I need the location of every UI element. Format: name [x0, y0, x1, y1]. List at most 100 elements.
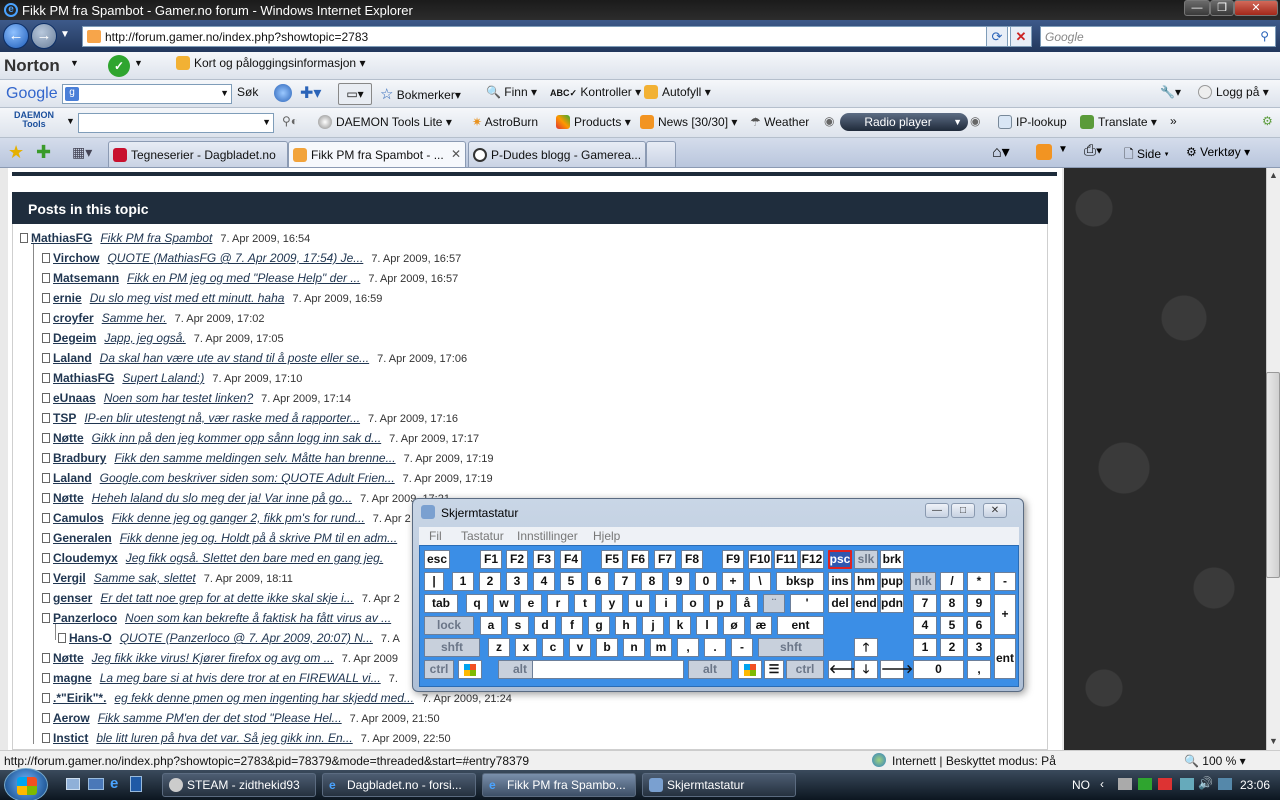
osk-key-j[interactable]: j — [642, 616, 664, 635]
osk-key-f1[interactable]: F1 — [480, 550, 502, 569]
post-subject[interactable]: Samme her. — [102, 311, 167, 325]
post-author[interactable]: Nøtte — [53, 491, 84, 505]
post-subject[interactable]: ble litt luren på hva det var. Så jeg gi… — [96, 731, 352, 745]
osk-key-lock[interactable]: lock — [424, 616, 474, 635]
osk-key-diaer[interactable]: ¨ — [763, 594, 785, 613]
autofill-button[interactable]: Autofyll ▾ — [644, 85, 711, 99]
osk-key-div[interactable]: / — [940, 572, 964, 591]
google-search-input[interactable]: g ▼ — [62, 84, 232, 104]
post-subject[interactable]: La meg bare si at hvis dere tror at en F… — [100, 671, 381, 685]
tab-p-dudes-blogg[interactable]: P-Dudes blogg - Gamerea... — [468, 141, 646, 167]
security-zone[interactable]: Internett | Beskyttet modus: På — [892, 754, 1056, 768]
post-author[interactable]: Cloudemyx — [53, 551, 118, 565]
post-author[interactable]: Laland — [53, 351, 92, 365]
post-subject[interactable]: Du slo meg vist med ett minutt. haha — [90, 291, 285, 305]
quicklaunch-extra-icon[interactable] — [130, 776, 142, 792]
osk-key-aa[interactable]: å — [736, 594, 758, 613]
osk-key-npent[interactable]: ent — [994, 638, 1016, 679]
osk-key-n1[interactable]: 1 — [452, 572, 474, 591]
osk-key-m[interactable]: m — [650, 638, 672, 657]
osk-key-ent[interactable]: ent — [777, 616, 824, 635]
osk-key-ctrl[interactable]: ctrl — [424, 660, 454, 679]
post-subject[interactable]: eg fekk denne pmen og men ingenting har … — [114, 691, 414, 705]
stop-icon[interactable]: ✕ — [1010, 26, 1032, 47]
osk-key-g[interactable]: g — [588, 616, 610, 635]
post-author[interactable]: Laland — [53, 471, 92, 485]
osk-key-h[interactable]: h — [615, 616, 637, 635]
radio-volume-icon[interactable]: ◉ — [970, 114, 980, 128]
osk-key-slk[interactable]: slk — [854, 550, 878, 569]
scroll-down-icon[interactable]: ▼ — [1269, 736, 1278, 746]
new-tab-button[interactable] — [646, 141, 676, 167]
osk-maximize-button[interactable]: □ — [951, 503, 975, 518]
page-menu-button[interactable]: 🗋 Side ▾ — [1124, 145, 1169, 166]
products-button[interactable]: Products ▾ — [556, 115, 631, 129]
post-author[interactable]: Aerow — [53, 711, 90, 725]
forward-button[interactable]: → — [31, 23, 57, 49]
osk-key-np7[interactable]: 7 — [913, 594, 937, 613]
toolbar-tool-icon[interactable]: ⚙ — [1262, 114, 1273, 128]
post-subject[interactable]: Fikk den samme meldingen selv. Måtte han… — [114, 451, 395, 465]
osk-key-ins[interactable]: ins — [828, 572, 852, 591]
osk-key-npdot[interactable]: , — [967, 660, 991, 679]
post-author[interactable]: ernie — [53, 291, 82, 305]
osk-key-q[interactable]: q — [466, 594, 488, 613]
post-subject[interactable]: QUOTE (Panzerloco @ 7. Apr 2009, 20:07) … — [120, 631, 373, 645]
post-author[interactable]: Degeim — [53, 331, 96, 345]
osk-key-e[interactable]: e — [520, 594, 542, 613]
osk-key-u[interactable]: u — [628, 594, 650, 613]
osk-key-bksp[interactable]: bksp — [776, 572, 824, 591]
osk-key-mul[interactable]: * — [967, 572, 991, 591]
osk-menu-fil[interactable]: Fil — [429, 529, 442, 543]
osk-key-n0[interactable]: 0 — [695, 572, 717, 591]
osk-key-dash[interactable]: - — [731, 638, 753, 657]
spellcheck-button[interactable]: ABC✓ Kontroller ▾ — [550, 85, 641, 99]
osk-key-b[interactable]: b — [596, 638, 618, 657]
post-subject[interactable]: Supert Laland:) — [122, 371, 204, 385]
wrench-icon[interactable]: 🔧▾ — [1160, 85, 1181, 99]
osk-key-plus[interactable]: + — [722, 572, 744, 591]
osk-key-f12[interactable]: F12 — [800, 550, 824, 569]
astroburn-button[interactable]: ✷ AstroBurn — [472, 115, 538, 129]
post-subject[interactable]: Google.com beskriver siden som: QUOTE Ad… — [100, 471, 395, 485]
tab-close-icon[interactable]: ✕ — [451, 147, 461, 161]
post-subject[interactable]: Fikk PM fra Spambot — [100, 231, 212, 245]
osk-key-pup[interactable]: pup — [880, 572, 904, 591]
scroll-up-icon[interactable]: ▲ — [1269, 170, 1278, 180]
osk-key-n2[interactable]: 2 — [479, 572, 501, 591]
scrollbar-thumb[interactable] — [1266, 372, 1280, 578]
zoom-level[interactable]: 🔍 100 % ▾ — [1184, 754, 1246, 768]
post-subject[interactable]: Fikk denne jeg og ganger 2, fikk pm's fo… — [112, 511, 365, 525]
post-subject[interactable]: Jeg fikk ikke virus! Kjører firefox og a… — [92, 651, 334, 665]
search-input[interactable]: Google ⚲ — [1040, 26, 1276, 47]
clock[interactable]: 23:06 — [1240, 778, 1270, 792]
osk-key-right[interactable]: 🡒 — [880, 660, 913, 679]
iplookup-button[interactable]: IP-lookup — [998, 115, 1067, 129]
post-author[interactable]: TSP — [53, 411, 76, 425]
osk-key-apos[interactable]: ' — [790, 594, 824, 613]
osk-key-alt[interactable]: alt — [688, 660, 732, 679]
daemon-menu-icon[interactable]: ▼ — [66, 116, 75, 126]
post-author[interactable]: Camulos — [53, 511, 104, 525]
osk-key-o[interactable]: o — [682, 594, 704, 613]
post-author[interactable]: eUnaas — [53, 391, 96, 405]
osk-key-left[interactable]: 🡐 — [828, 660, 861, 679]
taskbar-steam[interactable]: STEAM - zidthekid93 — [162, 773, 316, 797]
norton-cards-button[interactable]: Kort og påloggingsinformasjon ▾ — [176, 56, 365, 70]
osk-key-d[interactable]: d — [534, 616, 556, 635]
osk-key-p[interactable]: p — [709, 594, 731, 613]
feeds-icon[interactable] — [1036, 144, 1052, 160]
osk-key-a[interactable]: a — [480, 616, 502, 635]
post-author[interactable]: genser — [53, 591, 92, 605]
osk-key-x[interactable]: x — [515, 638, 537, 657]
tray-expand-icon[interactable]: ‹ — [1100, 777, 1104, 791]
tray-norton-icon[interactable] — [1138, 778, 1152, 790]
osk-menu-innstillinger[interactable]: Innstillinger — [517, 529, 578, 543]
osk-key-n6[interactable]: 6 — [587, 572, 609, 591]
close-button[interactable]: ✕ — [1234, 0, 1278, 16]
osk-key-f4[interactable]: F4 — [560, 550, 582, 569]
tab-fikk-pm[interactable]: Fikk PM fra Spambot - ... ✕ — [288, 141, 466, 167]
osk-key-w[interactable]: w — [493, 594, 515, 613]
osk-key-l[interactable]: l — [696, 616, 718, 635]
osk-key-ae[interactable]: æ — [750, 616, 772, 635]
